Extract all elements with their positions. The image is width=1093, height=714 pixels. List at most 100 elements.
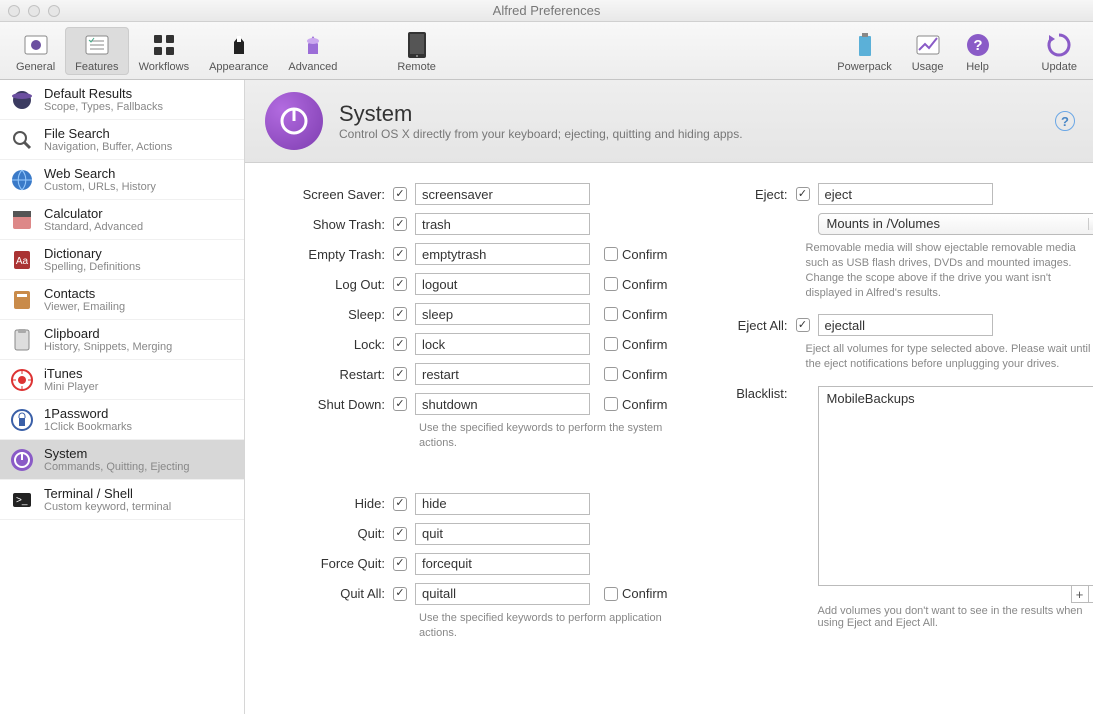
sidebar-item-file-search[interactable]: File SearchNavigation, Buffer, Actions bbox=[0, 120, 244, 160]
blacklist-add-button[interactable]: + bbox=[1071, 585, 1089, 603]
appearance-icon bbox=[225, 31, 253, 59]
toolbar-powerpack[interactable]: Powerpack bbox=[827, 27, 901, 75]
toolbar-workflows[interactable]: Workflows bbox=[129, 27, 200, 75]
sidebar-item-label: Dictionary bbox=[44, 246, 141, 261]
app-input-2[interactable] bbox=[415, 553, 590, 575]
sidebar-item-web-search[interactable]: Web SearchCustom, URLs, History bbox=[0, 160, 244, 200]
sys-confirm-checkbox-5[interactable] bbox=[604, 337, 618, 351]
sidebar-item-default-results[interactable]: Default ResultsScope, Types, Fallbacks bbox=[0, 80, 244, 120]
sidebar-item-label: Clipboard bbox=[44, 326, 172, 341]
ejectall-checkbox[interactable] bbox=[796, 318, 810, 332]
ejectall-row: Eject All: bbox=[728, 314, 1093, 336]
pane-subtitle: Control OS X directly from your keyboard… bbox=[339, 127, 743, 141]
eject-checkbox[interactable] bbox=[796, 187, 810, 201]
sidebar-item-sub: Custom, URLs, History bbox=[44, 181, 156, 193]
blacklist-item[interactable]: MobileBackups bbox=[827, 391, 1093, 406]
sidebar-item-contacts[interactable]: ContactsViewer, Emailing bbox=[0, 280, 244, 320]
toolbar-advanced[interactable]: Advanced bbox=[278, 27, 347, 75]
sys-checkbox-2[interactable] bbox=[393, 247, 407, 261]
mounts-hint: Removable media will show ejectable remo… bbox=[806, 241, 1093, 300]
sidebar-icon bbox=[10, 408, 34, 432]
ejectall-input[interactable] bbox=[818, 314, 993, 336]
eject-input[interactable] bbox=[818, 183, 993, 205]
sidebar-item-1password[interactable]: 1Password1Click Bookmarks bbox=[0, 400, 244, 440]
app-checkbox-1[interactable] bbox=[393, 527, 407, 541]
sidebar-item-system[interactable]: SystemCommands, Quitting, Ejecting bbox=[0, 440, 244, 480]
sys-label-0: Screen Saver: bbox=[275, 187, 385, 202]
toolbar-usage[interactable]: Usage bbox=[902, 27, 954, 75]
sidebar-icon bbox=[10, 128, 34, 152]
app-checkbox-2[interactable] bbox=[393, 557, 407, 571]
sidebar-item-dictionary[interactable]: Aa DictionarySpelling, Definitions bbox=[0, 240, 244, 280]
sys-checkbox-3[interactable] bbox=[393, 277, 407, 291]
sidebar-item-label: System bbox=[44, 446, 190, 461]
sys-row-5: Lock:Confirm bbox=[275, 333, 668, 355]
toolbar-help[interactable]: ? Help bbox=[954, 27, 1002, 75]
sys-checkbox-6[interactable] bbox=[393, 367, 407, 381]
sys-confirm-checkbox-7[interactable] bbox=[604, 397, 618, 411]
app-checkbox-0[interactable] bbox=[393, 497, 407, 511]
sys-input-6[interactable] bbox=[415, 363, 590, 385]
sidebar-icon bbox=[10, 208, 34, 232]
app-row-0: Hide: bbox=[275, 493, 668, 515]
sidebar-item-clipboard[interactable]: ClipboardHistory, Snippets, Merging bbox=[0, 320, 244, 360]
app-input-1[interactable] bbox=[415, 523, 590, 545]
toolbar-remote[interactable]: Remote bbox=[387, 27, 446, 75]
sys-confirm-checkbox-3[interactable] bbox=[604, 277, 618, 291]
app-row-2: Force Quit: bbox=[275, 553, 668, 575]
sys-confirm-checkbox-4[interactable] bbox=[604, 307, 618, 321]
sidebar-item-calculator[interactable]: CalculatorStandard, Advanced bbox=[0, 200, 244, 240]
sys-input-7[interactable] bbox=[415, 393, 590, 415]
sys-label-6: Restart: bbox=[275, 367, 385, 382]
sys-input-5[interactable] bbox=[415, 333, 590, 355]
sys-input-4[interactable] bbox=[415, 303, 590, 325]
sys-checkbox-7[interactable] bbox=[393, 397, 407, 411]
sys-input-2[interactable] bbox=[415, 243, 590, 265]
powerpack-icon bbox=[851, 31, 879, 59]
sys-row-6: Restart: Confirm bbox=[275, 363, 668, 385]
sys-label-7: Shut Down: bbox=[275, 397, 385, 412]
sidebar-item-label: 1Password bbox=[44, 406, 132, 421]
sidebar-icon: Aa bbox=[10, 248, 34, 272]
app-row-1: Quit: bbox=[275, 523, 668, 545]
sys-input-3[interactable] bbox=[415, 273, 590, 295]
app-input-3[interactable] bbox=[415, 583, 590, 605]
sidebar-item-sub: Mini Player bbox=[44, 381, 98, 393]
sys-confirm-checkbox-2[interactable] bbox=[604, 247, 618, 261]
sys-confirm-label-7: Confirm bbox=[622, 397, 668, 412]
left-column: Screen Saver:Show Trash:Empty Trash:Conf… bbox=[275, 183, 668, 652]
app-confirm-checkbox-3[interactable] bbox=[604, 587, 618, 601]
ejectall-label: Eject All: bbox=[728, 318, 788, 333]
sys-input-1[interactable] bbox=[415, 213, 590, 235]
app-input-0[interactable] bbox=[415, 493, 590, 515]
toolbar: General Features Workflows Appearance Ad… bbox=[0, 22, 1093, 80]
sidebar-item-sub: Custom keyword, terminal bbox=[44, 501, 171, 513]
sys-checkbox-5[interactable] bbox=[393, 337, 407, 351]
sys-checkbox-1[interactable] bbox=[393, 217, 407, 231]
app-checkbox-3[interactable] bbox=[393, 587, 407, 601]
sys-confirm-checkbox-6[interactable] bbox=[604, 367, 618, 381]
sys-checkbox-4[interactable] bbox=[393, 307, 407, 321]
sys-confirm-label-6: Confirm bbox=[622, 367, 668, 382]
system-actions-hint: Use the specified keywords to perform th… bbox=[419, 421, 668, 451]
sidebar-item-itunes[interactable]: iTunesMini Player bbox=[0, 360, 244, 400]
svg-text:?: ? bbox=[973, 37, 982, 54]
svg-text:>_: >_ bbox=[16, 495, 28, 506]
sys-row-7: Shut Down: Confirm bbox=[275, 393, 668, 415]
toolbar-update[interactable]: Update bbox=[1032, 27, 1087, 75]
mounts-select[interactable]: Mounts in /Volumes ▲▼ bbox=[818, 213, 1093, 235]
pane-help-button[interactable]: ? bbox=[1055, 111, 1075, 131]
blacklist-list[interactable]: MobileBackups bbox=[818, 386, 1093, 586]
app-confirm-label-3: Confirm bbox=[622, 586, 668, 601]
toolbar-general[interactable]: General bbox=[6, 27, 65, 75]
sidebar-icon bbox=[10, 88, 34, 112]
sidebar-item-sub: Spelling, Definitions bbox=[44, 261, 141, 273]
sidebar-item-sub: Navigation, Buffer, Actions bbox=[44, 141, 172, 153]
sidebar-item-label: iTunes bbox=[44, 366, 98, 381]
sys-input-0[interactable] bbox=[415, 183, 590, 205]
toolbar-features[interactable]: Features bbox=[65, 27, 128, 75]
blacklist-remove-button[interactable]: − bbox=[1088, 585, 1093, 603]
sidebar-item-terminal-shell[interactable]: >_Terminal / ShellCustom keyword, termin… bbox=[0, 480, 244, 520]
sys-checkbox-0[interactable] bbox=[393, 187, 407, 201]
toolbar-appearance[interactable]: Appearance bbox=[199, 27, 278, 75]
